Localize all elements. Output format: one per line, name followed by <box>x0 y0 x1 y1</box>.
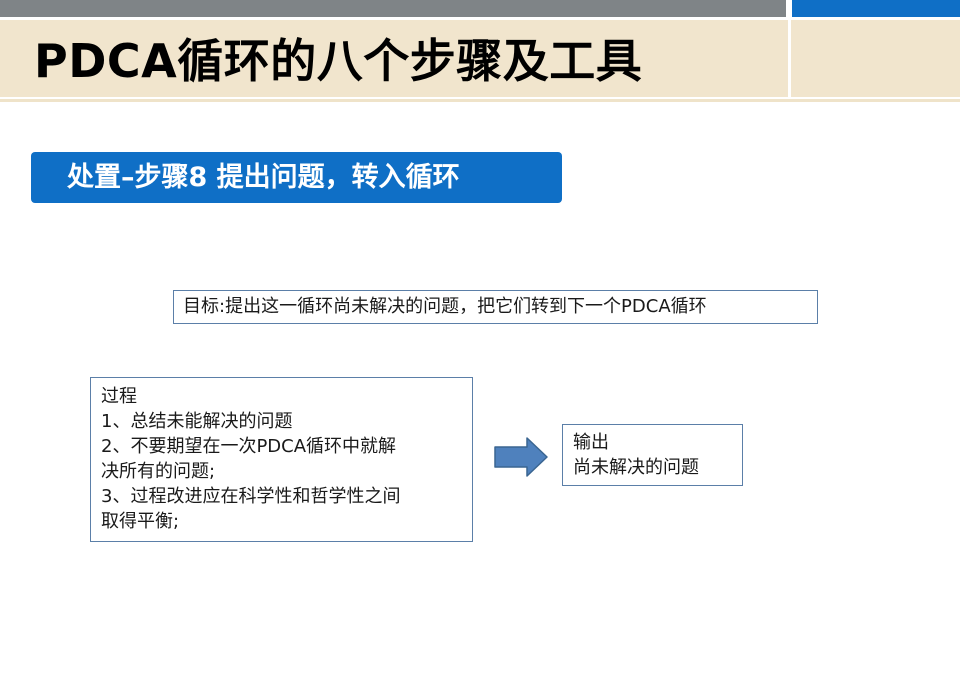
process-line: 1、总结未能解决的问题 <box>101 411 293 432</box>
process-heading: 过程 <box>101 386 137 407</box>
output-box: 输出 尚未解决的问题 <box>562 424 743 486</box>
process-line: 2、不要期望在一次PDCA循环中就解 <box>101 436 397 457</box>
header-rule <box>0 99 960 102</box>
top-bar-blue <box>792 0 960 17</box>
goal-text: 目标:提出这一循环尚未解决的问题，把它们转到下一个PDCA循环 <box>183 296 707 317</box>
header-divider <box>788 20 791 97</box>
top-bar-gray <box>0 0 786 17</box>
process-line: 3、过程改进应在科学性和哲学性之间 <box>101 486 401 507</box>
output-heading: 输出 <box>573 432 609 453</box>
step-banner: 处置–步骤8 提出问题，转入循环 <box>31 152 562 203</box>
output-line: 尚未解决的问题 <box>573 457 699 478</box>
goal-box: 目标:提出这一循环尚未解决的问题，把它们转到下一个PDCA循环 <box>173 290 818 324</box>
right-arrow-icon <box>494 437 548 477</box>
process-line: 决所有的问题; <box>101 461 216 482</box>
process-box: 过程 1、总结未能解决的问题 2、不要期望在一次PDCA循环中就解 决所有的问题… <box>90 377 473 542</box>
process-line: 取得平衡; <box>101 511 180 532</box>
page-title: PDCA循环的八个步骤及工具 <box>34 34 643 88</box>
